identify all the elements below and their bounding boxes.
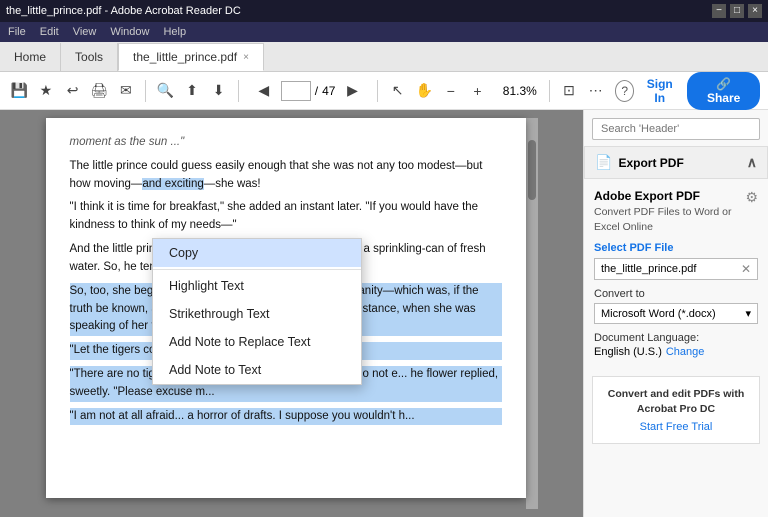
select-pdf-label[interactable]: Select PDF File — [594, 242, 758, 254]
share-button[interactable]: 🔗 Share — [687, 72, 760, 110]
ctx-highlight-label: Highlight Text — [169, 279, 244, 293]
context-menu: Copy Highlight Text Strikethrough Text A… — [152, 238, 362, 385]
pdf-para-1: The little prince could guess easily eno… — [70, 158, 502, 194]
promo-text: Convert and edit PDFs with Acrobat Pro D… — [601, 387, 751, 416]
right-panel: 📄 Export PDF ∧ Adobe Export PDF Convert … — [583, 110, 768, 517]
ctx-separator-1 — [153, 269, 361, 270]
lang-change-button[interactable]: Change — [666, 346, 705, 358]
export-settings-icon[interactable]: ⚙ — [745, 189, 758, 206]
menu-bar: File Edit View Window Help — [0, 22, 768, 42]
page-number-input[interactable]: 15 — [281, 81, 311, 101]
menu-file[interactable]: File — [8, 26, 26, 38]
ctx-highlight[interactable]: Highlight Text — [153, 272, 361, 300]
tab-bar: Home Tools the_little_prince.pdf × — [0, 42, 768, 72]
ctx-copy[interactable]: Copy — [153, 239, 361, 267]
tab-close-button[interactable]: × — [243, 52, 249, 63]
title-bar: the_little_prince.pdf - Adobe Acrobat Re… — [0, 0, 768, 22]
separator-3 — [377, 80, 378, 102]
tab-home[interactable]: Home — [0, 43, 61, 71]
ctx-strikethrough-label: Strikethrough Text — [169, 307, 270, 321]
zoom-in-icon[interactable]: + — [466, 78, 489, 104]
save-icon[interactable]: 💾 — [8, 78, 31, 104]
title-bar-controls: − □ × — [712, 4, 762, 18]
page-nav: ◀ 15 / 47 ▶ — [251, 78, 366, 104]
pdf-area[interactable]: moment as the sun ..." The little prince… — [0, 110, 583, 517]
promo-box: Convert and edit PDFs with Acrobat Pro D… — [592, 376, 760, 443]
separator-1 — [145, 80, 146, 102]
menu-edit[interactable]: Edit — [40, 26, 59, 38]
menu-view[interactable]: View — [73, 26, 97, 38]
tab-doc-label: the_little_prince.pdf — [133, 50, 237, 64]
pdf-para-0: moment as the sun ..." — [70, 134, 502, 152]
ctx-add-note-replace[interactable]: Add Note to Replace Text — [153, 328, 361, 356]
download-icon[interactable]: ⬇ — [207, 78, 230, 104]
convert-option-label: Microsoft Word (*.docx) — [601, 308, 716, 320]
convert-to-label: Convert to — [594, 288, 758, 300]
remove-file-button[interactable]: ✕ — [741, 262, 751, 276]
prev-page-button[interactable]: ◀ — [251, 78, 277, 104]
next-page-button[interactable]: ▶ — [339, 78, 365, 104]
highlighted-text: and exciting — [142, 178, 203, 190]
export-desc: Convert PDF Files to Word or Excel Onlin… — [594, 205, 745, 234]
export-header[interactable]: 📄 Export PDF ∧ — [584, 146, 768, 179]
ctx-add-note[interactable]: Add Note to Text — [153, 356, 361, 384]
minimize-button[interactable]: − — [712, 4, 726, 18]
share-icon: 🔗 — [716, 77, 731, 91]
close-button[interactable]: × — [748, 4, 762, 18]
total-pages: 47 — [322, 84, 335, 98]
share-label: Share — [707, 91, 740, 105]
hand-tool[interactable]: ✋ — [413, 78, 436, 104]
export-body-title: Adobe Export PDF — [594, 189, 745, 203]
scroll-thumb[interactable] — [528, 140, 536, 200]
pdf-para-2: "I think it is time for breakfast," she … — [70, 199, 502, 235]
tab-tools-label: Tools — [75, 50, 103, 64]
undo-icon[interactable]: ↩ — [61, 78, 84, 104]
email-icon[interactable]: ✉ — [115, 78, 138, 104]
pdf-filename-display: the_little_prince.pdf ✕ — [594, 258, 758, 280]
tab-home-label: Home — [14, 50, 46, 64]
page-separator: / — [315, 84, 318, 98]
bookmark-icon[interactable]: ★ — [35, 78, 58, 104]
ctx-add-note-label: Add Note to Text — [169, 363, 261, 377]
convert-to-dropdown[interactable]: Microsoft Word (*.docx) ▾ — [594, 303, 758, 324]
ctx-add-note-replace-label: Add Note to Replace Text — [169, 335, 311, 349]
separator-4 — [549, 80, 550, 102]
upload-icon[interactable]: ⬆ — [181, 78, 204, 104]
action-bar: 💾 ★ ↩ 🖨 ✉ 🔍 ⬆ ⬇ ◀ 15 / 47 ▶ ↖ ✋ − + 81.3… — [0, 72, 768, 110]
main-content: moment as the sun ..." The little prince… — [0, 110, 768, 517]
pdf-para-7: "I am not at all afraid... a horror of d… — [70, 408, 502, 426]
cursor-tool[interactable]: ↖ — [386, 78, 409, 104]
pdf-scrollbar[interactable] — [526, 118, 538, 509]
app-title: the_little_prince.pdf - Adobe Acrobat Re… — [6, 5, 241, 17]
sign-in-button[interactable]: Sign In — [642, 77, 677, 105]
lang-row: English (U.S.) Change — [594, 346, 758, 358]
menu-help[interactable]: Help — [163, 26, 186, 38]
separator-2 — [238, 80, 239, 102]
help-button[interactable]: ? — [615, 80, 634, 102]
pdf-export-icon: 📄 — [595, 154, 612, 171]
more-tools-icon[interactable]: ⋯ — [584, 78, 607, 104]
free-trial-link[interactable]: Start Free Trial — [640, 421, 713, 433]
lang-label: Document Language: — [594, 332, 758, 344]
fit-page-icon[interactable]: ⊡ — [558, 78, 581, 104]
panel-search-input[interactable] — [592, 118, 760, 140]
ctx-strikethrough[interactable]: Strikethrough Text — [153, 300, 361, 328]
maximize-button[interactable]: □ — [730, 4, 744, 18]
pdf-filename-text: the_little_prince.pdf — [601, 263, 696, 275]
print-icon[interactable]: 🖨 — [88, 78, 111, 104]
dropdown-chevron: ▾ — [745, 307, 751, 320]
tab-tools[interactable]: Tools — [61, 43, 118, 71]
lang-value: English (U.S.) — [594, 346, 662, 358]
tab-document[interactable]: the_little_prince.pdf × — [118, 43, 264, 71]
zoom-out-icon[interactable]: − — [440, 78, 463, 104]
expand-icon[interactable]: ∧ — [747, 154, 757, 171]
search-icon[interactable]: 🔍 — [154, 78, 177, 104]
export-title: Export PDF — [618, 156, 683, 170]
export-body: Adobe Export PDF Convert PDF Files to Wo… — [584, 179, 768, 368]
menu-window[interactable]: Window — [110, 26, 149, 38]
zoom-level: 81.3% — [497, 84, 537, 98]
ctx-copy-label: Copy — [169, 246, 198, 260]
panel-search — [592, 118, 760, 140]
